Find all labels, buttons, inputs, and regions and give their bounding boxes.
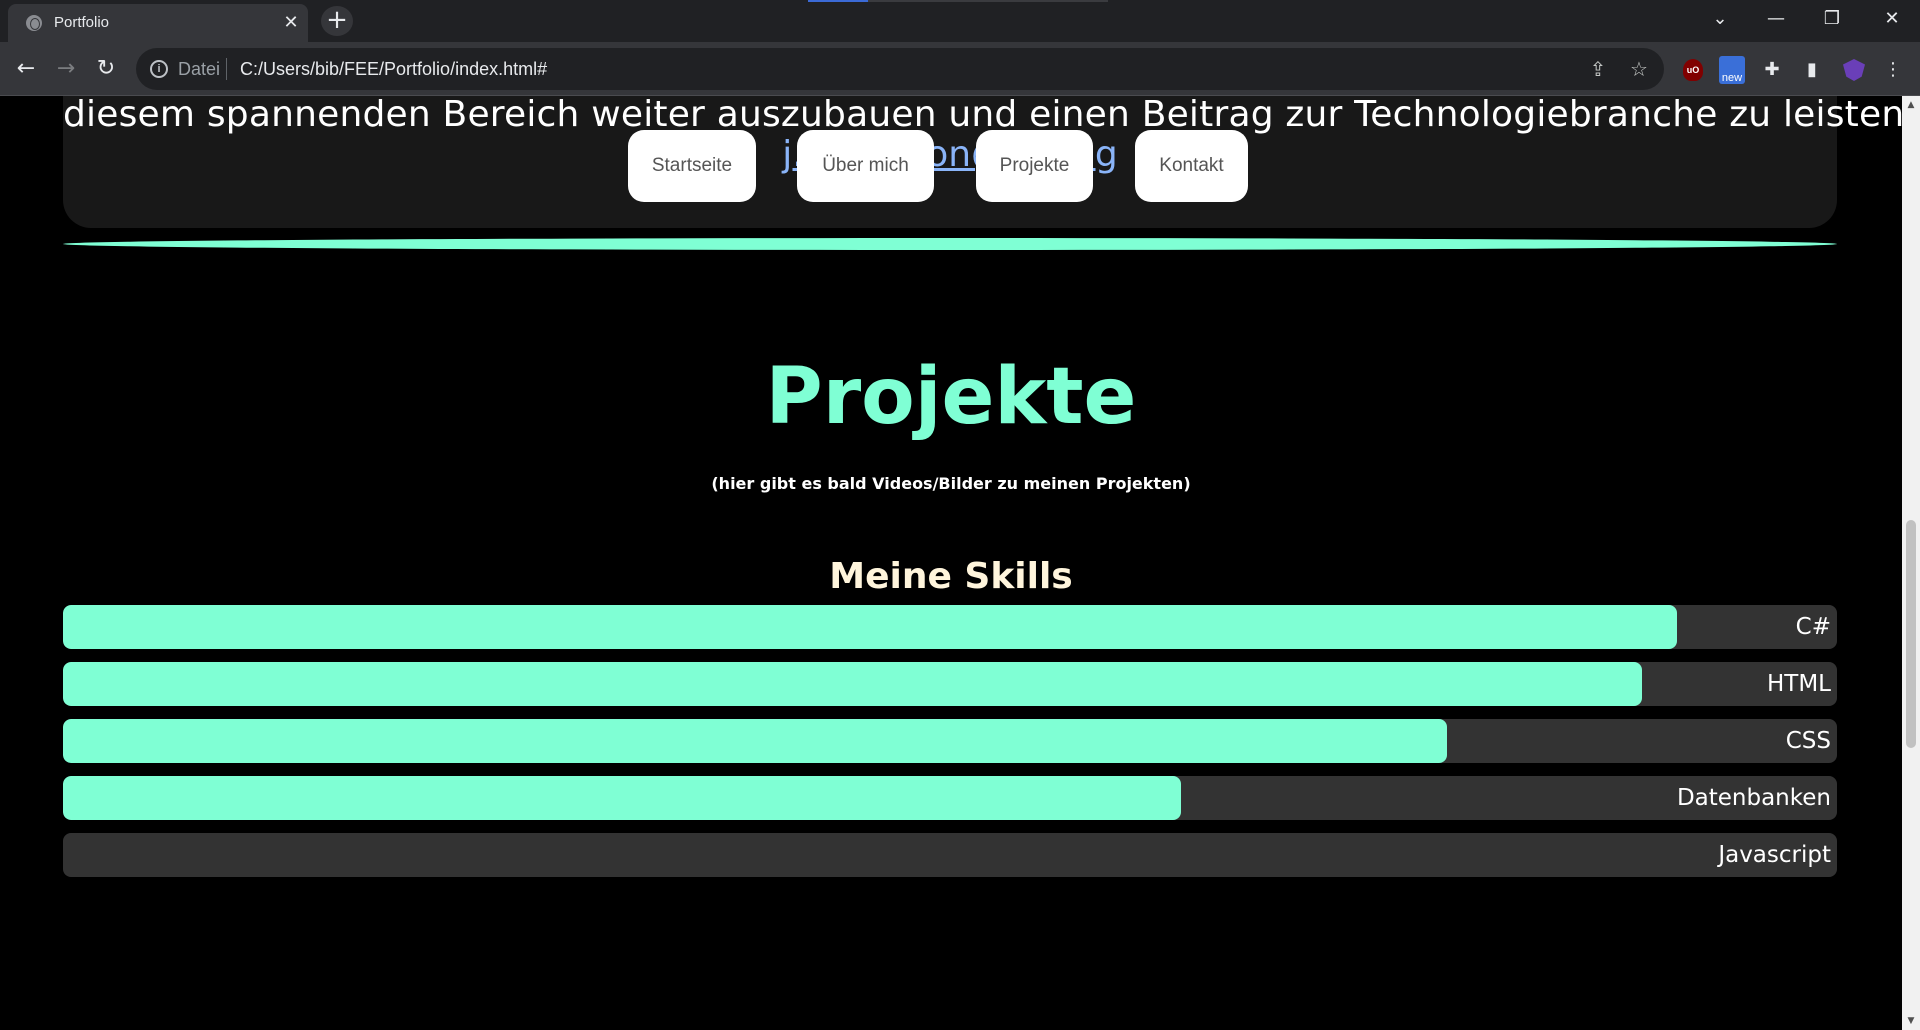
- ublock-extension-icon[interactable]: uO: [1683, 59, 1703, 81]
- tab-search-indicator: [808, 0, 868, 2]
- close-window-button[interactable]: ✕: [1864, 0, 1920, 40]
- extensions-puzzle-icon[interactable]: ✚: [1759, 57, 1785, 83]
- page-scrollbar[interactable]: ▲ ▼: [1902, 96, 1920, 1030]
- new-badge: new: [1721, 72, 1743, 84]
- skill-label: CSS: [1785, 728, 1831, 754]
- info-icon[interactable]: i: [150, 60, 168, 78]
- projects-subtitle: (hier gibt es bald Videos/Bilder zu mein…: [711, 474, 1191, 493]
- address-bar[interactable]: i Datei C:/Users/bib/FEE/Portfolio/index…: [136, 48, 1664, 90]
- restore-button[interactable]: ❐: [1804, 0, 1860, 40]
- browser-tab[interactable]: Portfolio ✕: [8, 4, 308, 42]
- tab-strip-divider: [868, 0, 1108, 2]
- skill-bar: C#: [63, 605, 1837, 649]
- about-text: diesem spannenden Bereich weiter auszuba…: [63, 96, 1902, 135]
- skill-label: HTML: [1766, 671, 1831, 697]
- skill-bar: Javascript: [63, 833, 1837, 877]
- minimize-button[interactable]: —: [1748, 0, 1804, 40]
- globe-icon: [26, 15, 42, 31]
- skill-fill: [63, 662, 1642, 706]
- forward-button[interactable]: →: [48, 51, 84, 87]
- extension-new-icon[interactable]: new: [1719, 56, 1745, 84]
- tab-search-icon[interactable]: ⌄: [1692, 0, 1748, 40]
- skill-label: C#: [1795, 614, 1831, 640]
- skill-fill: [63, 605, 1678, 649]
- share-icon[interactable]: ⇪: [1586, 57, 1610, 81]
- skill-label: Datenbanken: [1676, 785, 1831, 811]
- skill-bar: CSS: [63, 719, 1837, 763]
- url-separator: [226, 58, 227, 80]
- scroll-thumb[interactable]: [1906, 520, 1916, 748]
- tab-strip: Portfolio ✕ + ⌄ — ❐ ✕: [0, 0, 1920, 42]
- page-viewport: diesem spannenden Bereich weiter auszuba…: [0, 96, 1902, 1030]
- nav-projekte[interactable]: Projekte: [976, 130, 1093, 202]
- reload-button[interactable]: ↻: [88, 51, 124, 87]
- nav-kontakt[interactable]: Kontakt: [1135, 130, 1248, 202]
- back-button[interactable]: ←: [8, 51, 44, 87]
- url-text[interactable]: C:/Users/bib/FEE/Portfolio/index.html#: [240, 59, 547, 80]
- new-tab-button[interactable]: +: [321, 6, 353, 36]
- close-tab-icon[interactable]: ✕: [280, 12, 302, 34]
- about-card: diesem spannenden Bereich weiter auszuba…: [63, 96, 1902, 228]
- url-scheme-label: Datei: [178, 59, 221, 79]
- skills-title: Meine Skills: [829, 556, 1073, 597]
- bookmark-star-icon[interactable]: ☆: [1627, 57, 1651, 81]
- projects-title: Projekte: [765, 352, 1137, 442]
- skill-fill: [63, 719, 1447, 763]
- scroll-down-icon[interactable]: ▼: [1902, 1012, 1920, 1030]
- skill-fill: [63, 776, 1181, 820]
- section-divider: [63, 238, 1837, 250]
- browser-toolbar: ← → ↻ i Datei C:/Users/bib/FEE/Portfolio…: [0, 42, 1920, 96]
- skill-bar: Datenbanken: [63, 776, 1837, 820]
- skill-label: Javascript: [1718, 842, 1831, 868]
- tab-title: Portfolio: [54, 14, 110, 31]
- about-email-link[interactable]: j.i.bolation@go.leg: [63, 134, 1837, 175]
- skill-bar: HTML: [63, 662, 1837, 706]
- menu-kebab-icon[interactable]: ⋮: [1880, 57, 1906, 83]
- profile-extension-icon[interactable]: [1843, 59, 1865, 81]
- nav-startseite[interactable]: Startseite: [628, 130, 756, 202]
- nav-ueber-mich[interactable]: Über mich: [797, 130, 934, 202]
- scroll-up-icon[interactable]: ▲: [1902, 96, 1920, 114]
- skills-list: C# HTML CSS Datenbanken Javascript: [63, 605, 1837, 890]
- side-panel-icon[interactable]: ▮: [1799, 57, 1825, 83]
